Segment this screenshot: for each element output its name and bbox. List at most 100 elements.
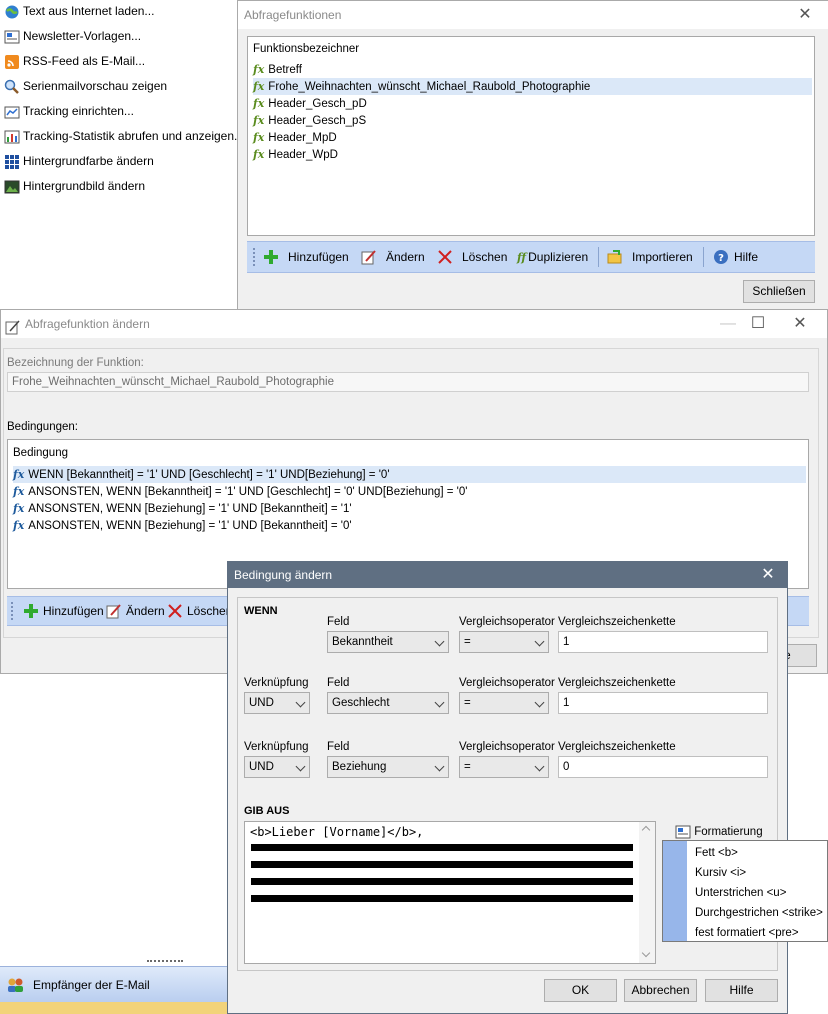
add-button[interactable]: Hinzufügen bbox=[263, 242, 349, 272]
abfrage-function-list[interactable]: Funktionsbezeichner fx Betreff fx Frohe_We… bbox=[247, 36, 815, 236]
list-item[interactable]: fx Betreff bbox=[253, 61, 812, 78]
delete-x-icon bbox=[437, 249, 453, 265]
sidebar-item-hintergrundbild[interactable]: Hintergrundbild ändern bbox=[4, 175, 145, 197]
preview-icon bbox=[4, 79, 20, 95]
toolbar-grip[interactable] bbox=[253, 248, 257, 266]
import-button[interactable]: Importieren bbox=[607, 242, 693, 272]
edit-button[interactable]: Ändern bbox=[106, 597, 165, 625]
field-select-2[interactable]: Geschlecht bbox=[327, 692, 449, 714]
output-first-line: <b>Lieber [Vorname]</b>, bbox=[250, 825, 424, 839]
delete-button[interactable]: Löschen bbox=[167, 597, 232, 625]
sidebar-item-tracking-statistik[interactable]: Tracking-Statistik abrufen und anzeigen.… bbox=[4, 125, 244, 147]
image-icon bbox=[4, 179, 20, 195]
menu-item-underline[interactable]: Unterstrichen <u> bbox=[695, 883, 786, 903]
svg-text:?: ? bbox=[718, 253, 724, 264]
function-icon: fx bbox=[13, 468, 25, 481]
chart-icon bbox=[4, 129, 20, 145]
sidebar: Text aus Internet laden... Newsletter-Vo… bbox=[0, 0, 244, 310]
pencil-icon bbox=[361, 249, 377, 265]
compare-value-input-2[interactable]: 1 bbox=[558, 692, 768, 714]
globe-icon bbox=[4, 4, 20, 20]
pencil-icon bbox=[106, 603, 122, 619]
redacted-line bbox=[251, 861, 633, 868]
conditions-label: Bedingungen: bbox=[7, 421, 78, 433]
field-select-1[interactable]: Bekanntheit bbox=[327, 631, 449, 653]
minimize-icon[interactable]: — bbox=[711, 310, 745, 338]
operator-select-2[interactable]: = bbox=[459, 692, 549, 714]
menu-item-strike[interactable]: Durchgestrichen <strike> bbox=[695, 903, 823, 923]
function-icon: fx bbox=[13, 502, 25, 515]
edit-dialog-icon bbox=[5, 317, 21, 335]
help-button[interactable]: Hilfe bbox=[705, 979, 778, 1002]
function-name-field[interactable]: Frohe_Weihnachten_wünscht_Michael_Raubol… bbox=[7, 372, 809, 392]
list-item[interactable]: fx Header_Gesch_pS bbox=[253, 112, 812, 129]
chevron-up-icon[interactable] bbox=[641, 825, 651, 835]
list-item[interactable]: fx Header_WpD bbox=[253, 146, 812, 163]
link-label: Verknüpfung bbox=[244, 677, 309, 689]
abfragefunktionen-dialog: Abfragefunktionen ✕ Funktionsbezeichner … bbox=[237, 0, 828, 312]
list-item[interactable]: fx ANSONSTEN, WENN [Beziehung] = '1' UND … bbox=[13, 500, 806, 517]
aendern-titlebar: Abfragefunktion ändern — ☐ ✕ bbox=[1, 310, 827, 338]
chevron-down-icon bbox=[295, 761, 306, 772]
sidebar-item-tracking[interactable]: Tracking einrichten... bbox=[4, 100, 134, 122]
list-item[interactable]: fx Frohe_Weihnachten_wünscht_Michael_Raub… bbox=[253, 78, 812, 95]
redacted-line bbox=[251, 878, 633, 885]
sidebar-item-serienmailvorschau[interactable]: Serienmailvorschau zeigen bbox=[4, 75, 167, 97]
abfrage-toolbar: Hinzufügen Ändern Löschen ff Duplizieren … bbox=[247, 241, 815, 273]
compare-value-input-3[interactable]: 0 bbox=[558, 756, 768, 778]
compare-value-label: Vergleichszeichenkette bbox=[558, 677, 676, 689]
cancel-button[interactable]: Abbrechen bbox=[624, 979, 697, 1002]
formatierung-button[interactable]: Formatierung bbox=[675, 824, 763, 840]
link-select-3[interactable]: UND bbox=[244, 756, 310, 778]
help-button[interactable]: ? Hilfe bbox=[713, 242, 758, 272]
compare-value-input-1[interactable]: 1 bbox=[558, 631, 768, 653]
format-menu: Fett <b> Kursiv <i> Unterstrichen <u> Du… bbox=[662, 840, 828, 942]
operator-select-1[interactable]: = bbox=[459, 631, 549, 653]
function-icon: fx bbox=[253, 63, 265, 76]
toolbar-separator bbox=[598, 247, 599, 267]
chevron-down-icon[interactable] bbox=[641, 948, 651, 958]
list-item[interactable]: fx WENN [Bekanntheit] = '1' UND [Geschlec… bbox=[13, 466, 806, 483]
close-icon[interactable]: ✕ bbox=[783, 310, 817, 338]
delete-button[interactable]: Löschen bbox=[437, 242, 507, 272]
function-icon: fx bbox=[253, 148, 265, 161]
sidebar-item-rss[interactable]: RSS-Feed als E-Mail... bbox=[4, 50, 145, 72]
import-folder-icon bbox=[607, 249, 623, 265]
plus-icon bbox=[23, 603, 39, 619]
sidebar-item-newsletter[interactable]: Newsletter-Vorlagen... bbox=[4, 25, 141, 47]
list-item[interactable]: fx Header_Gesch_pD bbox=[253, 95, 812, 112]
add-button[interactable]: Hinzufügen bbox=[23, 597, 104, 625]
abfrage-titlebar: Abfragefunktionen ✕ bbox=[238, 1, 828, 29]
sidebar-item-text-aus-internet[interactable]: Text aus Internet laden... bbox=[4, 0, 154, 22]
operator-label: Vergleichsoperator bbox=[459, 677, 555, 689]
schliessen-button[interactable]: Schließen bbox=[743, 280, 815, 303]
recipients-panel-header[interactable]: Empfänger der E-Mail bbox=[0, 966, 230, 1003]
operator-select-3[interactable]: = bbox=[459, 756, 549, 778]
list-item[interactable]: fx ANSONSTEN, WENN [Bekanntheit] = '1' UN… bbox=[13, 483, 806, 500]
field-select-3[interactable]: Beziehung bbox=[327, 756, 449, 778]
list-item[interactable]: fx Header_MpD bbox=[253, 129, 812, 146]
list-header: Bedingung bbox=[13, 447, 68, 459]
ok-button[interactable]: OK bbox=[544, 979, 617, 1002]
link-select-2[interactable]: UND bbox=[244, 692, 310, 714]
function-icon: fx bbox=[253, 97, 265, 110]
edit-button[interactable]: Ändern bbox=[361, 242, 425, 272]
menu-item-bold[interactable]: Fett <b> bbox=[695, 843, 738, 863]
toolbar-grip[interactable] bbox=[11, 602, 15, 620]
close-icon[interactable]: ✕ bbox=[751, 562, 785, 588]
scrollbar[interactable] bbox=[639, 822, 655, 963]
plus-icon bbox=[263, 249, 279, 265]
maximize-icon[interactable]: ☐ bbox=[741, 310, 775, 338]
close-icon[interactable]: ✕ bbox=[788, 1, 822, 29]
link-label: Verknüpfung bbox=[244, 741, 309, 753]
menu-item-italic[interactable]: Kursiv <i> bbox=[695, 863, 746, 883]
chevron-down-icon bbox=[434, 697, 445, 708]
duplicate-button[interactable]: ff Duplizieren bbox=[517, 242, 588, 272]
redacted-line bbox=[251, 895, 633, 902]
chevron-down-icon bbox=[534, 697, 545, 708]
output-textarea[interactable]: <b>Lieber [Vorname]</b>, bbox=[244, 821, 656, 964]
chevron-down-icon bbox=[295, 697, 306, 708]
menu-item-pre[interactable]: fest formatiert <pre> bbox=[695, 923, 799, 943]
list-item[interactable]: fx ANSONSTEN, WENN [Beziehung] = '1' UND … bbox=[13, 517, 806, 534]
sidebar-item-hintergrundfarbe[interactable]: Hintergrundfarbe ändern bbox=[4, 150, 154, 172]
